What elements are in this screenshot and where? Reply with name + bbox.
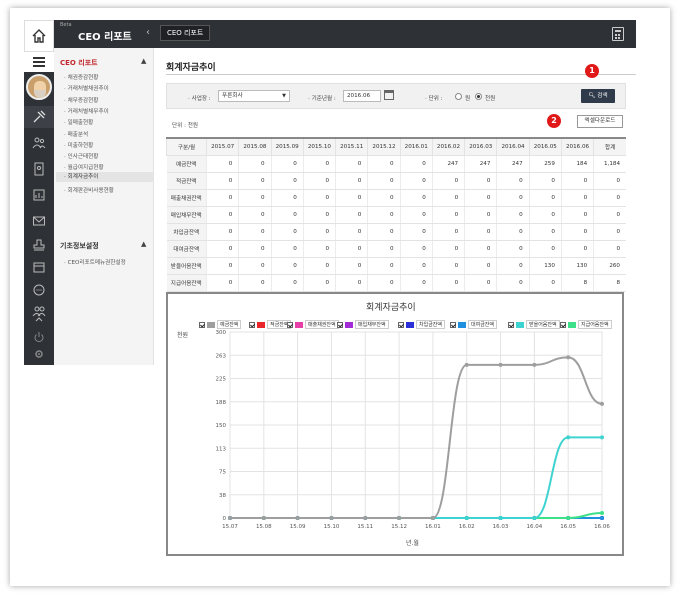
x-tick-label: 15.11 — [357, 524, 373, 530]
data-point — [566, 435, 571, 440]
data-point — [228, 516, 232, 520]
x-tick-label: 16.02 — [459, 524, 475, 530]
x-tick-label: 15.10 — [324, 524, 340, 530]
y-tick-label: 225 — [216, 377, 227, 383]
data-point — [532, 362, 537, 367]
x-tick-label: 15.12 — [391, 524, 407, 530]
data-point — [600, 435, 604, 440]
x-tick-label: 16.05 — [560, 524, 576, 530]
y-tick-label: 75 — [219, 470, 226, 476]
y-tick-label: 38 — [219, 493, 226, 499]
data-point — [532, 516, 537, 520]
data-point — [600, 516, 604, 520]
x-tick-label: 16.01 — [425, 524, 441, 530]
y-tick-label: 150 — [216, 423, 227, 429]
x-tick-label: 16.03 — [493, 524, 509, 530]
data-point — [363, 516, 368, 520]
data-point — [464, 516, 469, 520]
data-point — [397, 516, 402, 520]
data-point — [600, 401, 604, 406]
data-point — [498, 516, 503, 520]
x-tick-label: 15.09 — [290, 524, 306, 530]
line-chart: 0 38 75 113 150 188 225 263 300 15.07 15.08 15.09 15… — [216, 330, 611, 530]
y-tick-label: 0 — [223, 516, 227, 522]
data-point — [600, 511, 604, 516]
data-point — [464, 362, 469, 367]
x-tick-label: 16.06 — [594, 524, 610, 530]
x-tick-label: 15.07 — [222, 524, 238, 530]
data-point — [566, 516, 571, 520]
data-point — [295, 516, 300, 520]
data-point — [261, 516, 266, 520]
y-tick-label: 188 — [216, 400, 227, 406]
y-tick-label: 300 — [216, 330, 227, 336]
x-tick-label: 16.04 — [526, 524, 542, 530]
data-point — [329, 516, 334, 520]
data-point — [430, 516, 435, 520]
data-point — [498, 362, 503, 367]
data-point — [566, 355, 571, 360]
y-tick-label: 113 — [216, 446, 227, 452]
y-tick-label: 263 — [216, 353, 227, 359]
x-tick-label: 15.08 — [256, 524, 272, 530]
